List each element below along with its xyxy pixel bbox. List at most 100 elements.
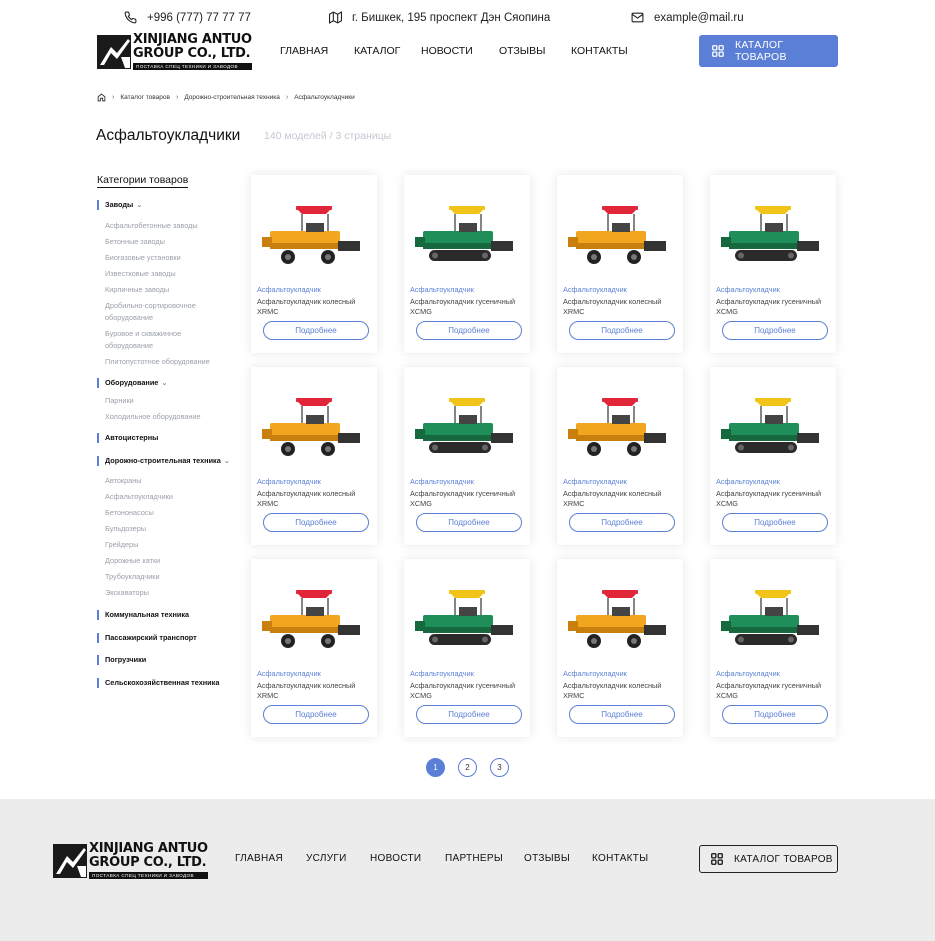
details-button[interactable]: Подробнее [722, 321, 828, 340]
sidebar-group[interactable]: Сельскохозяйственная техника [97, 678, 219, 688]
details-button[interactable]: Подробнее [416, 513, 522, 532]
details-button[interactable]: Подробнее [722, 705, 828, 724]
breadcrumb-item[interactable]: Дорожно-строительная техника [184, 94, 280, 101]
product-image[interactable] [717, 393, 829, 463]
product-image[interactable] [411, 585, 523, 655]
chevron-down-icon[interactable]: ⌄ [136, 200, 142, 210]
sidebar-subitem[interactable]: Асфальтоукладчики [105, 491, 225, 503]
product-image[interactable] [411, 393, 523, 463]
product-category[interactable]: Асфальтоукладчик [563, 285, 627, 294]
site-logo[interactable]: XINJIANG ANTUO GROUP CO., LTD. ПОСТАВКА … [97, 33, 252, 70]
details-button[interactable]: Подробнее [263, 513, 369, 532]
product-card[interactable]: Асфальтоукладчик Асфальтоукладчик колесны… [557, 367, 683, 545]
product-image[interactable] [411, 201, 523, 271]
product-card[interactable]: Асфальтоукладчик Асфальтоукладчик гусенич… [710, 367, 836, 545]
sidebar-group[interactable]: Пассажирский транспорт [97, 633, 197, 643]
footer-logo[interactable]: XINJIANG ANTUO GROUP CO., LTD. ПОСТАВКА … [53, 842, 208, 879]
product-category[interactable]: Асфальтоукладчик [716, 669, 780, 678]
product-category[interactable]: Асфальтоукладчик [257, 285, 321, 294]
nav-contacts[interactable]: КОНТАКТЫ [571, 45, 628, 57]
product-card[interactable]: Асфальтоукладчик Асфальтоукладчик гусенич… [710, 175, 836, 353]
sidebar-subitem[interactable]: Экскаваторы [105, 587, 225, 599]
product-card[interactable]: Асфальтоукладчик Асфальтоукладчик гусенич… [710, 559, 836, 737]
product-category[interactable]: Асфальтоукладчик [410, 285, 474, 294]
nav-reviews[interactable]: ОТЗЫВЫ [499, 45, 545, 57]
details-button[interactable]: Подробнее [416, 705, 522, 724]
product-category[interactable]: Асфальтоукладчик [257, 477, 321, 486]
product-card[interactable]: Асфальтоукладчик Асфальтоукладчик колесны… [557, 175, 683, 353]
sidebar-subitem[interactable]: Дорожные катки [105, 555, 225, 567]
sidebar-subitem[interactable]: Кирпичные заводы [105, 284, 225, 296]
sidebar-subitem[interactable]: Буровое и скважинное оборудование [105, 328, 225, 351]
details-button[interactable]: Подробнее [569, 321, 675, 340]
footer-catalog-button[interactable]: КАТАЛОГ ТОВАРОВ [699, 845, 838, 873]
sidebar-subitem[interactable]: Парники [105, 395, 225, 407]
details-button[interactable]: Подробнее [569, 513, 675, 532]
email-contact[interactable]: example@mail.ru [631, 11, 744, 24]
product-image[interactable] [564, 585, 676, 655]
sidebar-subitem[interactable]: Бетононасосы [105, 507, 225, 519]
sidebar-subitem[interactable]: Трубоукладчики [105, 571, 225, 583]
details-button[interactable]: Подробнее [569, 705, 675, 724]
chevron-down-icon[interactable]: ⌄ [161, 378, 167, 388]
sidebar-subitem[interactable]: Плитопустотное оборудование [105, 356, 225, 368]
page-button[interactable]: 3 [490, 758, 509, 777]
product-card[interactable]: Асфальтоукладчик Асфальтоукладчик гусенич… [404, 367, 530, 545]
details-button[interactable]: Подробнее [263, 705, 369, 724]
sidebar-group[interactable]: Оборудование ⌄ [97, 378, 168, 388]
sidebar-subitem[interactable]: Бетонные заводы [105, 236, 225, 248]
sidebar-subitem[interactable]: Асфальтобетонные заводы [105, 220, 225, 232]
sidebar-subitem[interactable]: Холодильное оборудование [105, 411, 225, 423]
footer-nav-partners[interactable]: ПАРТНЕРЫ [445, 853, 503, 864]
home-icon[interactable] [97, 93, 106, 102]
product-category[interactable]: Асфальтоукладчик [716, 477, 780, 486]
sidebar-group[interactable]: Погрузчики [97, 655, 146, 665]
product-category[interactable]: Асфальтоукладчик [716, 285, 780, 294]
product-category[interactable]: Асфальтоукладчик [410, 477, 474, 486]
details-button[interactable]: Подробнее [263, 321, 369, 340]
sidebar-subitem[interactable]: Грейдеры [105, 539, 225, 551]
catalog-button[interactable]: КАТАЛОГ ТОВАРОВ [699, 35, 838, 67]
sidebar-group[interactable]: Автоцистерны [97, 433, 158, 443]
details-button[interactable]: Подробнее [416, 321, 522, 340]
sidebar-subitem[interactable]: Автокраны [105, 475, 225, 487]
nav-catalog[interactable]: КАТАЛОГ [354, 45, 400, 57]
product-image[interactable] [258, 393, 370, 463]
details-button[interactable]: Подробнее [722, 513, 828, 532]
product-card[interactable]: Асфальтоукладчик Асфальтоукладчик колесны… [557, 559, 683, 737]
sidebar-subitem[interactable]: Бульдозеры [105, 523, 225, 535]
footer-nav-home[interactable]: ГЛАВНАЯ [235, 853, 283, 864]
sidebar-group[interactable]: Заводы ⌄ [97, 200, 142, 210]
product-image[interactable] [258, 201, 370, 271]
breadcrumb-item[interactable]: Каталог товаров [120, 94, 170, 101]
product-category[interactable]: Асфальтоукладчик [257, 669, 321, 678]
footer-nav-contacts[interactable]: КОНТАКТЫ [592, 853, 648, 864]
sidebar-group[interactable]: Коммунальная техника [97, 610, 189, 620]
sidebar-subitem[interactable]: Дробильно-сортировочное оборудование [105, 300, 225, 323]
footer-nav-services[interactable]: УСЛУГИ [306, 853, 347, 864]
product-card[interactable]: Асфальтоукладчик Асфальтоукладчик колесны… [251, 367, 377, 545]
footer-nav-reviews[interactable]: ОТЗЫВЫ [524, 853, 570, 864]
nav-home[interactable]: ГЛАВНАЯ [280, 45, 328, 57]
footer-nav-news[interactable]: НОВОСТИ [370, 853, 421, 864]
sidebar-group[interactable]: Дорожно-строительная техника ⌄ [97, 456, 230, 466]
product-image[interactable] [564, 393, 676, 463]
page-button[interactable]: 2 [458, 758, 477, 777]
page-button[interactable]: 1 [426, 758, 445, 777]
product-card[interactable]: Асфальтоукладчик Асфальтоукладчик колесны… [251, 175, 377, 353]
sidebar-subitem[interactable]: Биогазовые установки [105, 252, 225, 264]
product-image[interactable] [564, 201, 676, 271]
nav-news[interactable]: НОВОСТИ [421, 45, 473, 57]
product-card[interactable]: Асфальтоукладчик Асфальтоукладчик гусенич… [404, 175, 530, 353]
product-card[interactable]: Асфальтоукладчик Асфальтоукладчик гусенич… [404, 559, 530, 737]
product-image[interactable] [717, 585, 829, 655]
chevron-down-icon[interactable]: ⌄ [224, 456, 230, 466]
product-image[interactable] [258, 585, 370, 655]
product-category[interactable]: Асфальтоукладчик [563, 477, 627, 486]
product-image[interactable] [717, 201, 829, 271]
product-category[interactable]: Асфальтоукладчик [410, 669, 474, 678]
sidebar-subitem[interactable]: Известковые заводы [105, 268, 225, 280]
product-card[interactable]: Асфальтоукладчик Асфальтоукладчик колесны… [251, 559, 377, 737]
product-category[interactable]: Асфальтоукладчик [563, 669, 627, 678]
phone-contact[interactable]: +996 (777) 77 77 77 [124, 11, 251, 24]
